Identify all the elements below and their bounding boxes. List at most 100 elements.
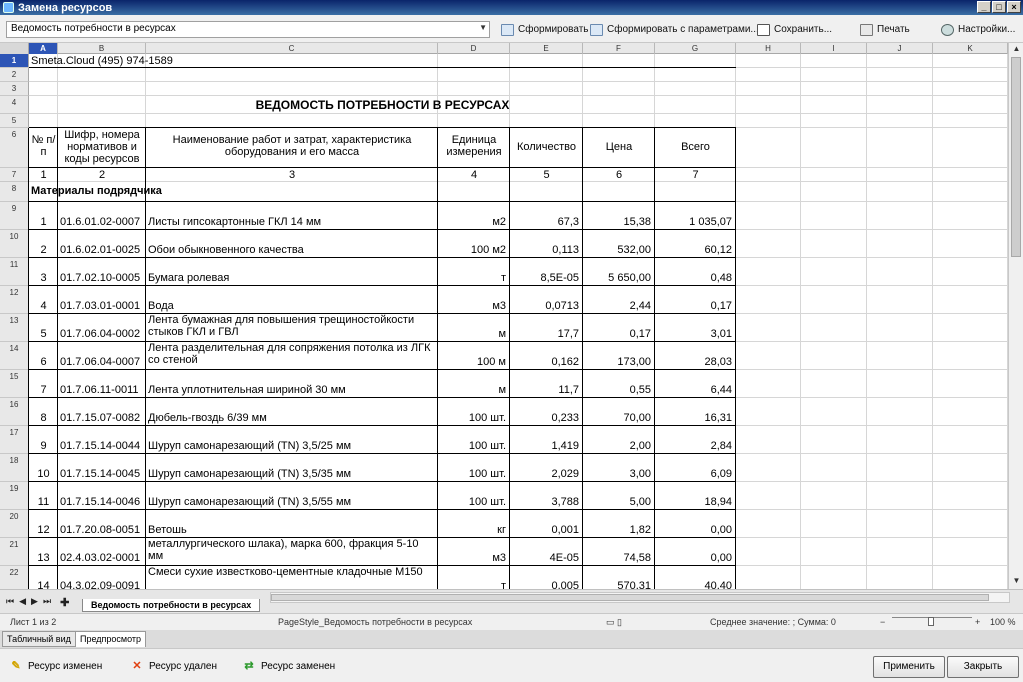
- row-qty[interactable]: 0,005: [512, 566, 581, 589]
- row-price[interactable]: 5 650,00: [585, 258, 653, 286]
- row-num[interactable]: 12: [31, 510, 56, 538]
- row-total[interactable]: 16,31: [657, 398, 734, 426]
- vertical-scroll-thumb[interactable]: [1011, 57, 1021, 257]
- row-unit[interactable]: м: [440, 314, 508, 342]
- row-qty[interactable]: 0,0713: [512, 286, 581, 314]
- column-header-k[interactable]: K: [933, 43, 1008, 54]
- row-header-18[interactable]: 18: [0, 454, 29, 482]
- row-qty[interactable]: 0,162: [512, 342, 581, 370]
- row-total[interactable]: 3,01: [657, 314, 734, 342]
- row-header-2[interactable]: 2: [0, 68, 29, 82]
- row-header-20[interactable]: 20: [0, 510, 29, 538]
- company-cell[interactable]: Smeta.Cloud (495) 974-1589: [31, 54, 734, 68]
- row-code[interactable]: 01.6.01.02-0007: [60, 202, 144, 230]
- column-header-d[interactable]: D: [438, 43, 510, 54]
- row-header-17[interactable]: 17: [0, 426, 29, 454]
- row-total[interactable]: 60,12: [657, 230, 734, 258]
- row-num[interactable]: 11: [31, 482, 56, 510]
- row-price[interactable]: 5,00: [585, 482, 653, 510]
- row-code[interactable]: 01.7.20.08-0051: [60, 510, 144, 538]
- column-header-f[interactable]: F: [583, 43, 655, 54]
- row-code[interactable]: 01.7.06.04-0007: [60, 342, 144, 370]
- column-header-c[interactable]: C: [146, 43, 438, 54]
- row-header-16[interactable]: 16: [0, 398, 29, 426]
- row-num[interactable]: 13: [31, 538, 56, 566]
- row-unit[interactable]: 100 шт.: [440, 454, 508, 482]
- table-header-qty[interactable]: Количество: [512, 128, 581, 168]
- row-name[interactable]: Лента разделительная для сопряжения пото…: [148, 342, 436, 370]
- row-header-6[interactable]: 6: [0, 128, 29, 168]
- row-header-15[interactable]: 15: [0, 370, 29, 398]
- row-num[interactable]: 14: [31, 566, 56, 589]
- maximize-icon[interactable]: □: [992, 1, 1006, 13]
- vertical-scrollbar[interactable]: ▲ ▼: [1008, 43, 1023, 589]
- row-total[interactable]: 0,00: [657, 538, 734, 566]
- row-code[interactable]: 01.7.06.04-0002: [60, 314, 144, 342]
- row-unit[interactable]: м3: [440, 286, 508, 314]
- row-name[interactable]: Обои обыкновенного качества: [148, 230, 436, 258]
- row-unit[interactable]: т: [440, 566, 508, 589]
- row-unit[interactable]: 100 м2: [440, 230, 508, 258]
- scroll-up-icon[interactable]: ▲: [1010, 44, 1023, 56]
- column-number[interactable]: 5: [512, 168, 581, 182]
- row-name[interactable]: Шуруп самонарезающий (TN) 3,5/25 мм: [148, 426, 436, 454]
- row-code[interactable]: 01.7.03.01-0001: [60, 286, 144, 314]
- column-header-j[interactable]: J: [867, 43, 933, 54]
- apply-button[interactable]: Применить: [873, 656, 945, 678]
- row-num[interactable]: 6: [31, 342, 56, 370]
- row-header-13[interactable]: 13: [0, 314, 29, 342]
- column-number[interactable]: 7: [657, 168, 734, 182]
- row-price[interactable]: 15,38: [585, 202, 653, 230]
- column-number[interactable]: 4: [440, 168, 508, 182]
- tab-table-view[interactable]: Табличный вид: [2, 631, 76, 647]
- column-header-b[interactable]: B: [58, 43, 146, 54]
- row-name[interactable]: Смеси сухие известково-цементные кладочн…: [148, 566, 436, 589]
- row-name[interactable]: Шуруп самонарезающий (TN) 3,5/55 мм: [148, 482, 436, 510]
- table-header-total[interactable]: Всего: [657, 128, 734, 168]
- print-button[interactable]: Печать: [860, 21, 910, 38]
- row-price[interactable]: 74,58: [585, 538, 653, 566]
- row-num[interactable]: 8: [31, 398, 56, 426]
- row-qty[interactable]: 0,233: [512, 398, 581, 426]
- row-price[interactable]: 0,55: [585, 370, 653, 398]
- row-price[interactable]: 70,00: [585, 398, 653, 426]
- row-price[interactable]: 532,00: [585, 230, 653, 258]
- row-header-1[interactable]: 1: [0, 54, 29, 68]
- row-header-19[interactable]: 19: [0, 482, 29, 510]
- row-total[interactable]: 2,84: [657, 426, 734, 454]
- row-name[interactable]: Лента уплотнительная шириной 30 мм: [148, 370, 436, 398]
- column-header-h[interactable]: H: [736, 43, 801, 54]
- row-num[interactable]: 1: [31, 202, 56, 230]
- row-price[interactable]: 570,31: [585, 566, 653, 589]
- row-name[interactable]: Ветошь: [148, 510, 436, 538]
- row-price[interactable]: 2,00: [585, 426, 653, 454]
- row-qty[interactable]: 0,001: [512, 510, 581, 538]
- column-header-g[interactable]: G: [655, 43, 736, 54]
- row-header-21[interactable]: 21: [0, 538, 29, 566]
- row-unit[interactable]: т: [440, 258, 508, 286]
- row-total[interactable]: 0,48: [657, 258, 734, 286]
- row-header-7[interactable]: 7: [0, 168, 29, 182]
- row-code[interactable]: 01.7.02.10-0005: [60, 258, 144, 286]
- row-unit[interactable]: кг: [440, 510, 508, 538]
- row-total[interactable]: 1 035,07: [657, 202, 734, 230]
- sheet-tab-active[interactable]: Ведомость потребности в ресурсах: [82, 599, 261, 612]
- row-unit[interactable]: м: [440, 370, 508, 398]
- row-qty[interactable]: 1,419: [512, 426, 581, 454]
- prev-sheet-icon[interactable]: ◀: [19, 596, 26, 609]
- row-qty[interactable]: 8,5E-05: [512, 258, 581, 286]
- row-code[interactable]: 01.6.02.01-0025: [60, 230, 144, 258]
- report-select[interactable]: Ведомость потребности в ресурсах ▼: [6, 21, 490, 38]
- next-sheet-icon[interactable]: ▶: [31, 596, 38, 609]
- row-header-8[interactable]: 8: [0, 182, 29, 202]
- column-number[interactable]: 6: [585, 168, 653, 182]
- table-header-price[interactable]: Цена: [585, 128, 653, 168]
- row-price[interactable]: 3,00: [585, 454, 653, 482]
- generate-with-params-button[interactable]: Сформировать с параметрами...: [590, 21, 759, 38]
- row-qty[interactable]: 3,788: [512, 482, 581, 510]
- row-header-14[interactable]: 14: [0, 342, 29, 370]
- table-header-name[interactable]: Наименование работ и затрат, характерист…: [148, 128, 436, 168]
- row-num[interactable]: 7: [31, 370, 56, 398]
- row-unit[interactable]: м2: [440, 202, 508, 230]
- horizontal-scrollbar[interactable]: [270, 592, 1010, 603]
